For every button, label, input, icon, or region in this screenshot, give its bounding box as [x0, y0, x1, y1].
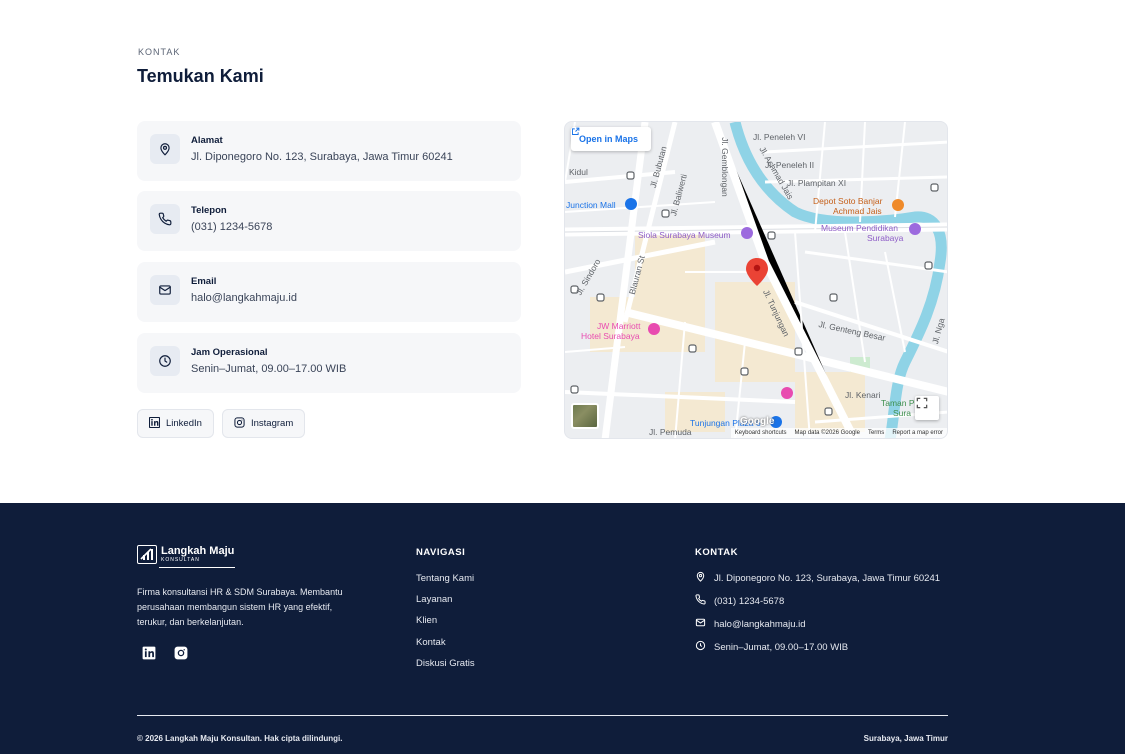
instagram-button[interactable]: Instagram	[222, 409, 306, 438]
open-in-maps-label: Open in Maps	[579, 134, 639, 144]
address-value: Jl. Diponegoro No. 123, Surabaya, Jawa T…	[191, 151, 453, 163]
section-title: Temukan Kami	[137, 66, 264, 86]
brand-name: Langkah Maju	[161, 545, 235, 557]
map-poi-label: Siola Surabaya Museum	[638, 230, 731, 240]
contact-section: KONTAK Temukan Kami Alamat Jl. Diponegor…	[0, 0, 1125, 503]
hours-value: Senin–Jumat, 09.00–17.00 WIB	[191, 363, 347, 375]
copyright-text: © 2026 Langkah Maju Konsultan. Hak cipta…	[137, 734, 343, 743]
email-label: Email	[191, 276, 217, 287]
footer-instagram-link[interactable]	[173, 646, 189, 665]
footer-logo[interactable]: Langkah Maju KONSULTAN	[137, 545, 235, 568]
map-data-credit: Map data ©2026 Google	[794, 430, 860, 436]
address-card: Alamat Jl. Diponegoro No. 123, Surabaya,…	[137, 121, 521, 181]
map-pin-icon	[150, 134, 180, 164]
footer-nav-contact[interactable]: Kontak	[416, 637, 446, 648]
clock-icon	[150, 346, 180, 376]
google-logo: Google	[740, 416, 775, 427]
phone-label: Telepon	[191, 205, 227, 216]
logo-chart-icon	[137, 545, 157, 564]
email-value: halo@langkahmaju.id	[191, 292, 297, 304]
instagram-icon	[174, 646, 188, 665]
footer-phone-text: (031) 1234-5678	[714, 595, 785, 607]
linkedin-label: LinkedIn	[166, 418, 202, 429]
instagram-label: Instagram	[251, 418, 294, 429]
open-in-maps-button[interactable]: Open in Maps	[571, 127, 652, 151]
map-poi-label: Achmad Jais	[833, 206, 882, 216]
brand-subtitle: KONSULTAN	[161, 557, 200, 563]
footer-nav-about[interactable]: Tentang Kami	[416, 573, 474, 584]
linkedin-icon	[142, 646, 156, 665]
map-poi-label: Surabaya	[867, 233, 904, 243]
email-card: Email halo@langkahmaju.id	[137, 262, 521, 322]
logo-underline	[159, 567, 235, 568]
footer-phone[interactable]: (031) 1234-5678	[695, 594, 784, 608]
footer-address-text: Jl. Diponegoro No. 123, Surabaya, Jawa T…	[714, 572, 941, 584]
map-street-label: Kidul	[569, 167, 588, 177]
map-poi-label: Junction Mall	[566, 200, 616, 210]
map-embed[interactable]: Jl. Peneleh VI Jl. Achmad Jais Jl. Penel…	[564, 121, 948, 439]
footer-linkedin-link[interactable]	[141, 646, 157, 665]
map-poi-label: Taman P	[881, 398, 915, 408]
map-poi-label: JW Marriott	[597, 321, 641, 331]
footer-hours-text: Senin–Jumat, 09.00–17.00 WIB	[714, 641, 849, 653]
mail-icon	[695, 617, 706, 631]
map-pin-icon	[695, 571, 706, 585]
phone-icon	[695, 594, 706, 608]
footer-address: Jl. Diponegoro No. 123, Surabaya, Jawa T…	[695, 571, 940, 585]
footer-nav-free-consult[interactable]: Diskusi Gratis	[416, 658, 475, 669]
satellite-toggle-button[interactable]	[571, 403, 599, 429]
map-poi-label: Museum Pendidikan	[821, 223, 899, 233]
map-poi-label: Hotel Surabaya	[581, 331, 640, 341]
footer-nav-clients[interactable]: Klien	[416, 615, 437, 626]
footer-email-text: halo@langkahmaju.id	[714, 618, 806, 630]
report-error-link[interactable]: Report a map error	[892, 430, 943, 436]
hours-card: Jam Operasional Senin–Jumat, 09.00–17.00…	[137, 333, 521, 393]
site-footer: Langkah Maju KONSULTAN Firma konsultansi…	[0, 503, 1125, 754]
phone-value: (031) 1234-5678	[191, 221, 273, 233]
linkedin-button[interactable]: LinkedIn	[137, 409, 214, 438]
map-street-label: Jl. Plampitan XI	[787, 178, 847, 188]
phone-icon	[150, 204, 180, 234]
contact-column-title: KONTAK	[695, 547, 738, 558]
footer-email[interactable]: halo@langkahmaju.id	[695, 617, 806, 631]
linkedin-icon	[148, 416, 161, 431]
footer-description: Firma konsultansi HR & SDM Surabaya. Mem…	[137, 587, 343, 627]
map-street-label: Jl. Kenari	[845, 390, 881, 400]
clock-icon	[695, 640, 706, 654]
keyboard-shortcuts-link[interactable]: Keyboard shortcuts	[735, 430, 787, 436]
terms-link[interactable]: Terms	[868, 430, 884, 436]
map-poi-label: Depot Soto Banjar	[813, 196, 883, 206]
map-street-label: Jl. Pemuda	[649, 427, 692, 437]
mail-icon	[150, 275, 180, 305]
map-canvas	[565, 122, 947, 438]
map-street-label: Jl. Gemblongan	[719, 137, 730, 197]
map-footer: Keyboard shortcuts Map data ©2026 Google…	[730, 428, 947, 438]
footer-hours: Senin–Jumat, 09.00–17.00 WIB	[695, 640, 848, 654]
map-street-label: Jl. Peneleh II	[765, 160, 815, 170]
phone-card: Telepon (031) 1234-5678	[137, 191, 521, 251]
section-eyebrow: KONTAK	[138, 47, 181, 57]
footer-divider	[137, 715, 948, 716]
footer-location: Surabaya, Jawa Timur	[863, 734, 948, 743]
fullscreen-button[interactable]	[915, 396, 939, 420]
hours-label: Jam Operasional	[191, 347, 268, 358]
map-street-label: Jl. Peneleh VI	[753, 132, 806, 142]
instagram-icon	[234, 416, 245, 431]
footer-nav-services[interactable]: Layanan	[416, 594, 452, 605]
map-poi-label: Sura	[893, 408, 911, 418]
address-label: Alamat	[191, 135, 223, 146]
nav-column-title: NAVIGASI	[416, 547, 466, 558]
